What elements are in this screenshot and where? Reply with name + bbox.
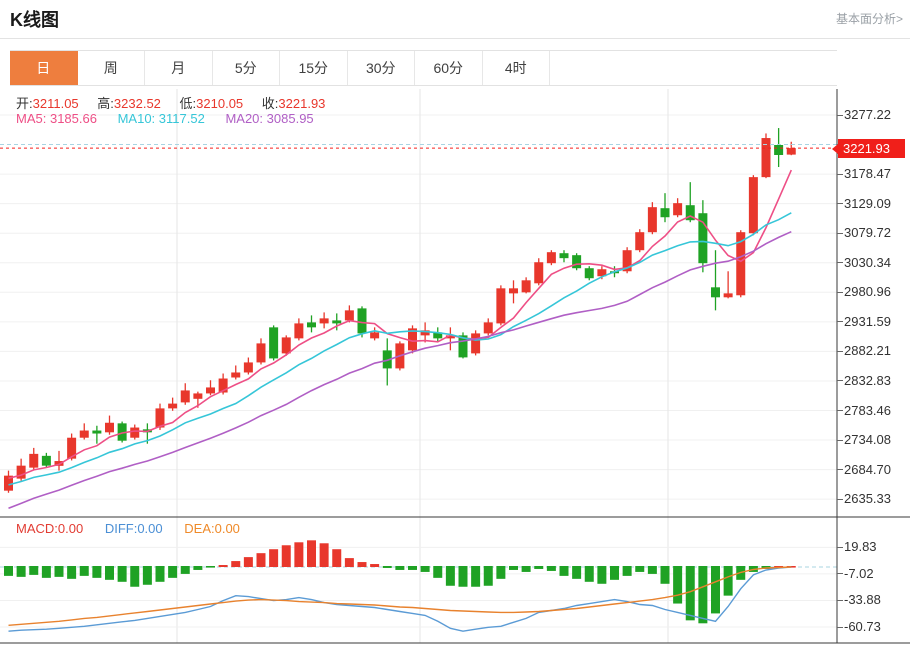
price-tick-tickmark [837,499,843,500]
price-tick-label-9: 2783.46 [844,403,891,418]
price-tick-label-7: 2882.21 [844,343,891,358]
macd-tick-label-3: -60.73 [844,619,881,634]
macd-tick-label-2: -33.88 [844,592,881,607]
price-tick-tickmark [837,174,843,175]
price-tick-tickmark [837,440,843,441]
macd-tick-label-1: -7.02 [844,566,874,581]
price-tick-label-1: 3178.47 [844,166,891,181]
price-tick-label-11: 2684.70 [844,462,891,477]
price-tick-label-10: 2734.08 [844,432,891,447]
ohlc-low: 低:3210.05 [180,96,244,111]
price-tick-label-6: 2931.59 [844,314,891,329]
price-tick-label-2: 3129.09 [844,196,891,211]
macd-tick-tickmark [837,573,843,574]
price-tick-tickmark [837,410,843,411]
macd-tick-tickmark [837,547,843,548]
diff-value: DIFF:0.00 [105,521,163,536]
price-tick-label-12: 2635.33 [844,491,891,506]
ma-readout: MA5: 3185.66 MA10: 3117.52 MA20: 3085.95 [16,111,331,126]
ma5-line [9,170,792,478]
ohlc-open: 开:3211.05 [16,96,79,111]
ohlc-close: 收:3221.93 [262,96,326,111]
main-chart[interactable] [0,89,837,643]
macd-tick-tickmark [837,627,843,628]
ma20-readout: MA20: 3085.95 [225,111,313,126]
macd-value: MACD:0.00 [16,521,83,536]
price-tick-label-8: 2832.83 [844,373,891,388]
ohlc-high: 高:3232.52 [97,96,161,111]
price-tick-tickmark [837,292,843,293]
macd-tick-tickmark [837,600,843,601]
ma10-readout: MA10: 3117.52 [118,111,205,126]
price-tick-tickmark [837,469,843,470]
dea-value: DEA:0.00 [184,521,240,536]
ma5-readout: MA5: 3185.66 [16,111,97,126]
macd-readout: MACD:0.00 DIFF:0.00 DEA:0.00 [16,521,258,536]
price-tick-label-0: 3277.22 [844,107,891,122]
price-tick-label-4: 3030.34 [844,255,891,270]
macd-chart[interactable] [0,540,837,631]
price-tick-tickmark [837,380,843,381]
price-tick-tickmark [837,262,843,263]
ohlc-readout: 开:3211.05 高:3232.52 低:3210.05 收:3221.93 [16,93,340,112]
price-tick-tickmark [837,115,843,116]
macd-tick-label-0: 19.83 [844,539,877,554]
chart-frame [0,89,910,643]
price-tick-tickmark [837,203,843,204]
price-tick-tickmark [837,351,843,352]
price-tick-label-3: 3079.72 [844,225,891,240]
current-price-badge: 3221.93 [838,139,905,158]
price-tick-tickmark [837,321,843,322]
price-tick-label-5: 2980.96 [844,284,891,299]
kline-widget: K线图 基本面分析> 日周月5分15分30分60分4时 开:3211.05 高:… [0,0,910,647]
price-tick-tickmark [837,233,843,234]
